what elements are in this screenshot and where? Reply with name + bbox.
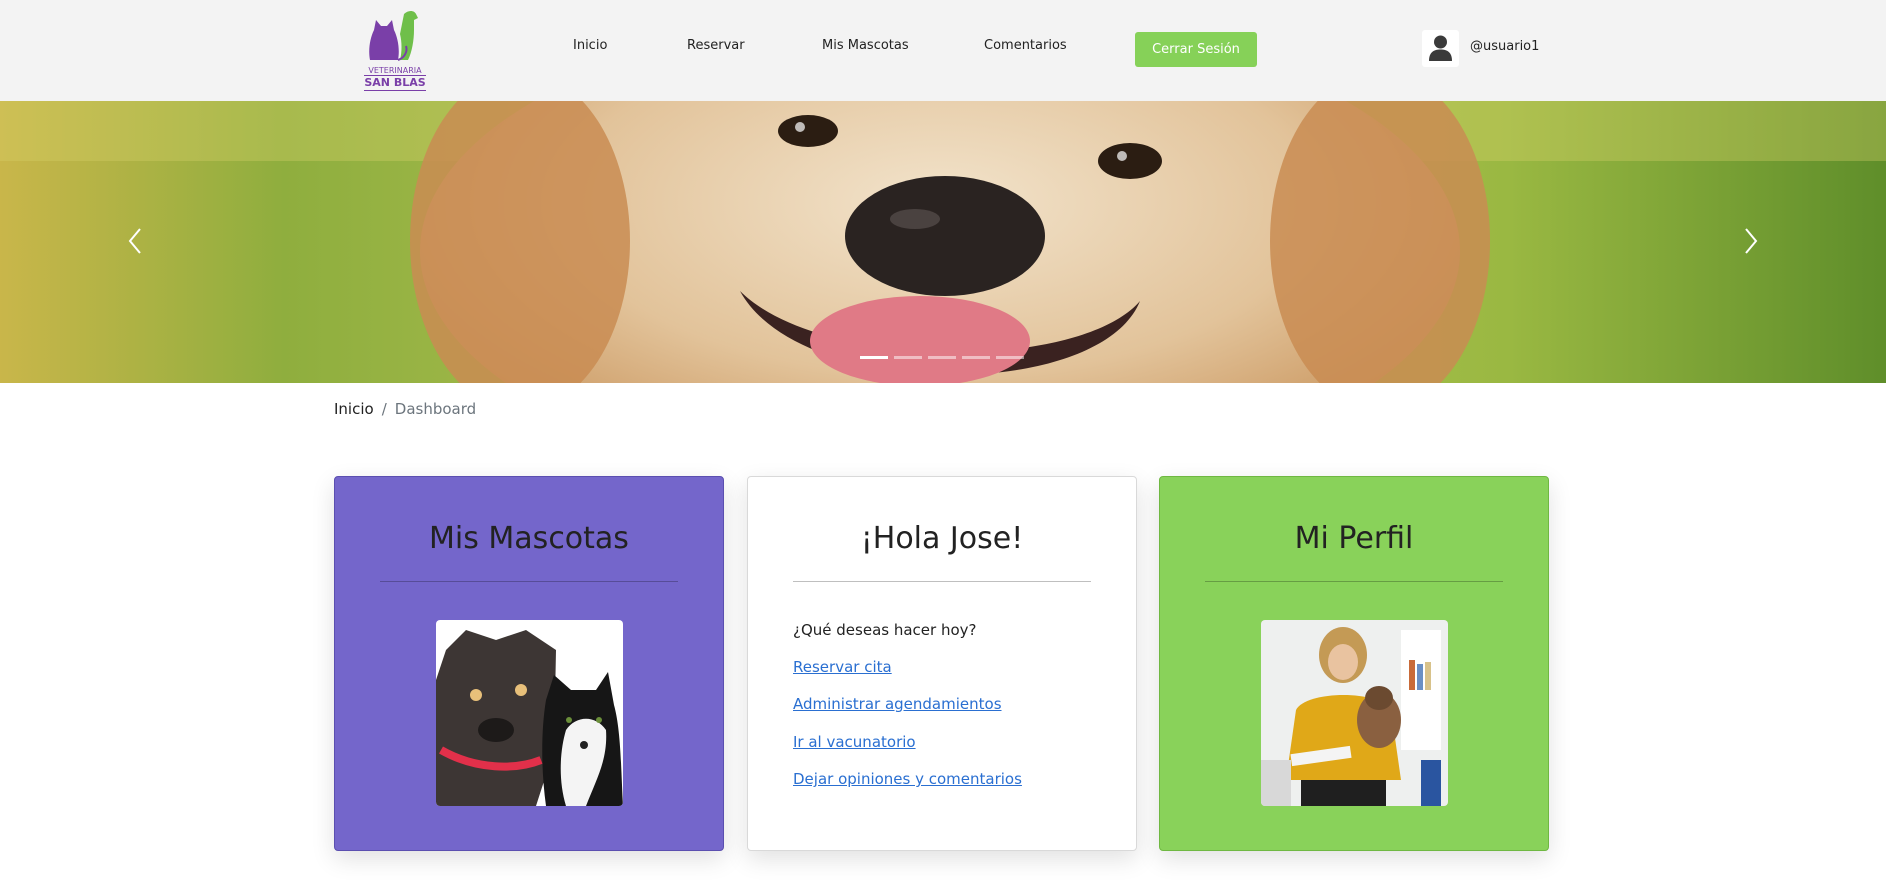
link-reservar-cita[interactable]: Reservar cita (793, 658, 892, 676)
link-opiniones-comentarios[interactable]: Dejar opiniones y comentarios (793, 770, 1022, 788)
carousel-indicator[interactable] (962, 356, 990, 359)
card-title: Mis Mascotas (429, 521, 629, 556)
nav-item-reservar[interactable]: Reservar (687, 38, 745, 53)
card-welcome: ¡Hola Jose! ¿Qué deseas hacer hoy? Reser… (747, 476, 1137, 851)
chevron-right-icon (1745, 228, 1758, 254)
nav-item-mis-mascotas[interactable]: Mis Mascotas (822, 38, 909, 53)
pets-image[interactable] (436, 620, 623, 806)
hero-carousel (0, 101, 1886, 383)
username-label[interactable]: @usuario1 (1470, 39, 1539, 54)
logo-line1: VETERINARIA (368, 66, 422, 75)
carousel-indicator[interactable] (996, 356, 1024, 359)
greeting-question: ¿Qué deseas hacer hoy? (793, 621, 977, 639)
greeting-title: ¡Hola Jose! (860, 521, 1024, 556)
card-divider (1205, 581, 1503, 582)
breadcrumb-separator: / (381, 400, 387, 418)
user-avatar[interactable] (1422, 30, 1459, 67)
logo-line2: SAN BLAS (364, 75, 426, 91)
dog-photo (0, 101, 1886, 383)
nav-item-comentarios[interactable]: Comentarios (984, 38, 1067, 53)
user-icon (1429, 35, 1452, 61)
card-divider (380, 581, 678, 582)
breadcrumb-current: Dashboard (394, 400, 477, 418)
carousel-indicators (860, 356, 1024, 359)
profile-image[interactable] (1261, 620, 1448, 806)
logout-button[interactable]: Cerrar Sesión (1135, 32, 1257, 67)
card-title: Mi Perfil (1294, 521, 1414, 556)
breadcrumb-home-link[interactable]: Inicio (334, 400, 374, 418)
carousel-indicator[interactable] (928, 356, 956, 359)
woman-with-dog-photo (1261, 620, 1448, 806)
nav-item-inicio[interactable]: Inicio (573, 38, 607, 53)
breadcrumb: Inicio / Dashboard (334, 400, 476, 418)
link-administrar-agendamientos[interactable]: Administrar agendamientos (793, 695, 1002, 713)
link-vacunatorio[interactable]: Ir al vacunatorio (793, 733, 916, 751)
dog-and-cat-photo (436, 620, 623, 806)
carousel-indicator[interactable] (860, 356, 888, 359)
card-mi-perfil[interactable]: Mi Perfil (1159, 476, 1549, 851)
logo-text: VETERINARIA SAN BLAS (364, 66, 426, 91)
carousel-next-button[interactable] (1736, 225, 1764, 257)
chevron-left-icon (128, 228, 141, 254)
card-divider (793, 581, 1091, 582)
brand-logo[interactable]: VETERINARIA SAN BLAS (364, 8, 426, 91)
carousel-indicator[interactable] (894, 356, 922, 359)
pet-logo-icon (369, 11, 418, 61)
carousel-prev-button[interactable] (122, 225, 150, 257)
card-mis-mascotas[interactable]: Mis Mascotas (334, 476, 724, 851)
top-navbar: VETERINARIA SAN BLAS Inicio Reservar Mis… (0, 0, 1886, 101)
